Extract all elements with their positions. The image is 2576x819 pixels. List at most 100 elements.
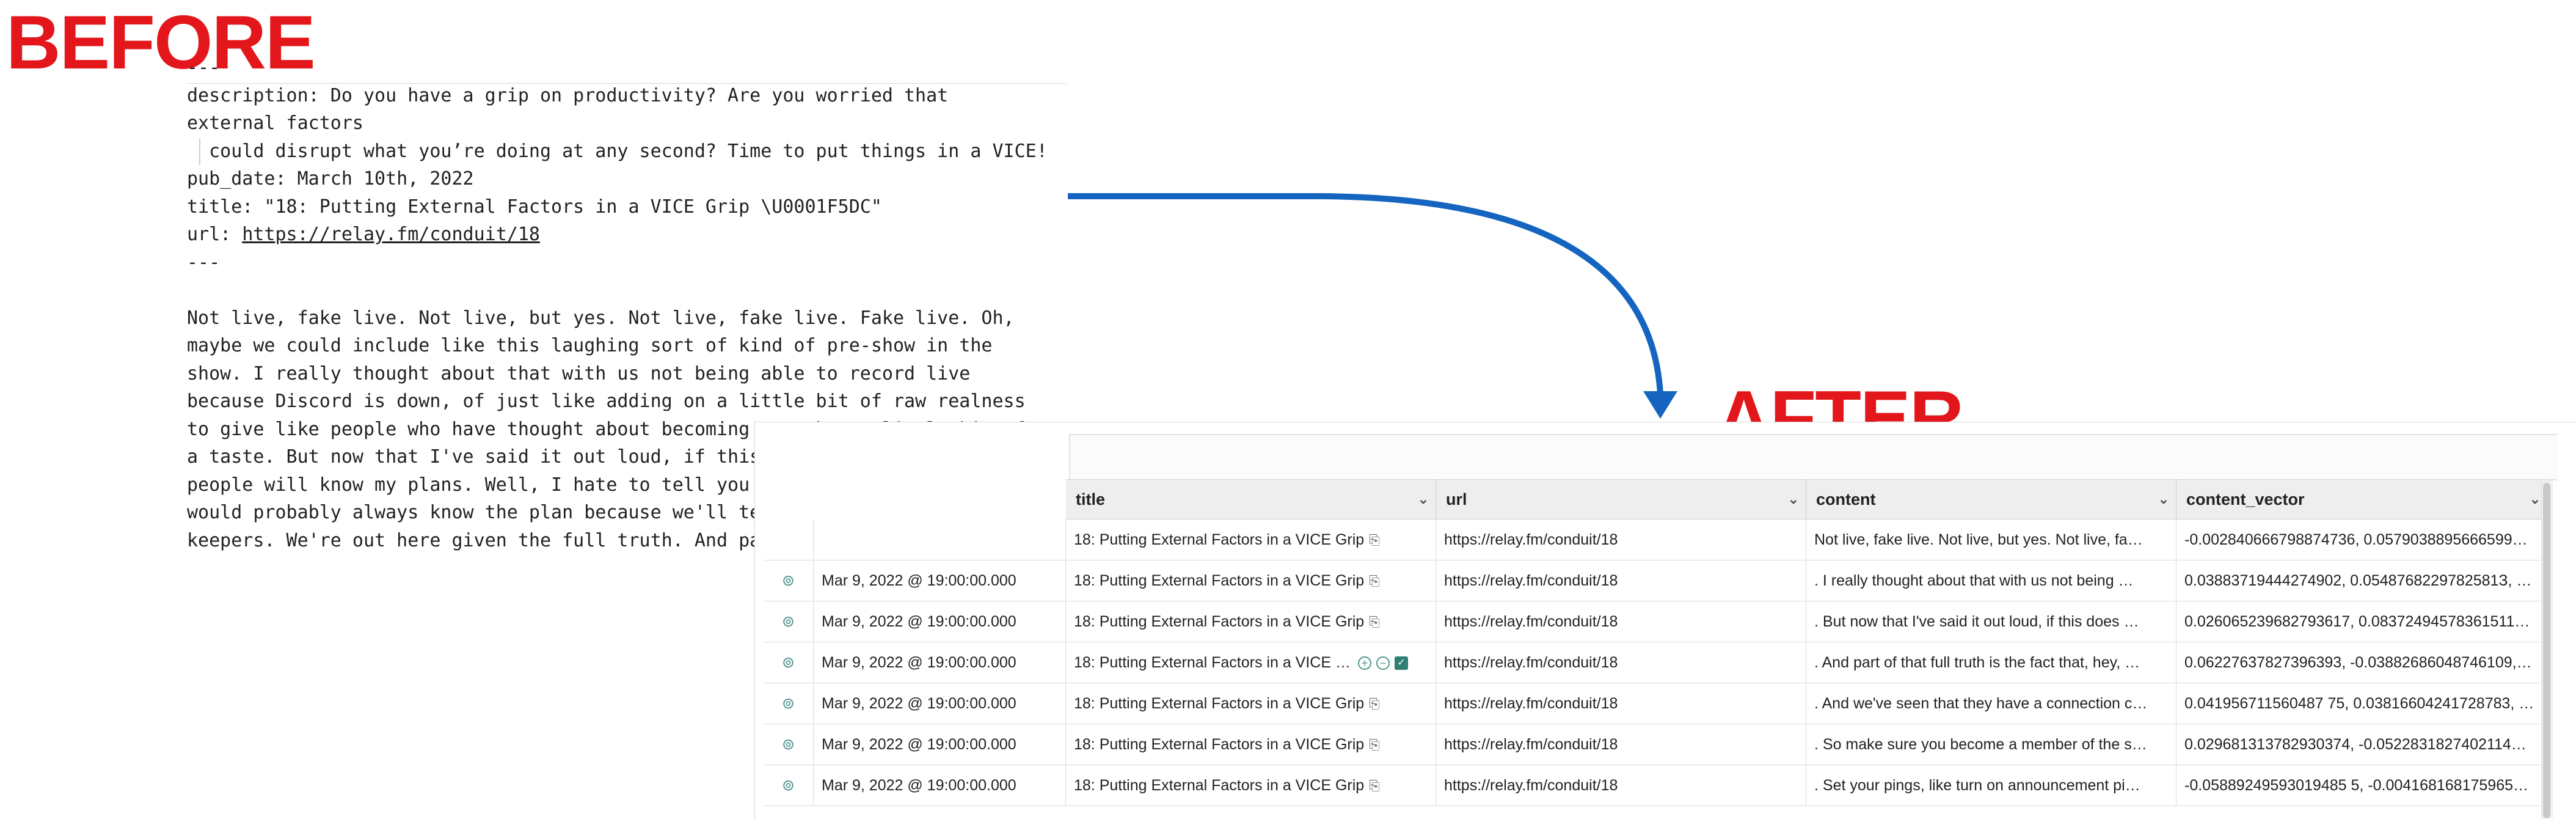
inspect-icon[interactable]: ⊚ — [764, 642, 814, 683]
document-line: external factors — [187, 112, 363, 134]
inspect-icon[interactable]: ⊚ — [764, 560, 814, 601]
cell-url: https://relay.fm/conduit/18 — [1436, 683, 1806, 724]
cell-text: 18: Putting External Factors in a VICE G… — [1074, 531, 1365, 548]
cell-content: Not live, fake live. Not live, but yes. … — [1806, 520, 2176, 560]
column-header-url[interactable]: url ⌄ — [1436, 479, 1806, 520]
document-line: description: Do you have a grip on produ… — [187, 84, 949, 106]
cell-url: https://relay.fm/conduit/18 — [1436, 601, 1806, 642]
cell-text: . So make sure you become a member of th… — [1814, 736, 2147, 753]
cell-text: https://relay.fm/conduit/18 — [1444, 531, 1618, 548]
document-line: show. I really thought about that with u… — [187, 362, 971, 384]
column-header-content[interactable]: content ⌄ — [1806, 479, 2176, 520]
document-line: --- — [187, 251, 221, 273]
cell-text: Mar 9, 2022 @ 19:00:00.000 — [822, 572, 1016, 589]
cell-content-vector: 0.041956711560487 75, 0.0381660424172878… — [2176, 683, 2547, 724]
copy-icon[interactable]: ⎘ — [1369, 778, 1380, 793]
cell-text: . And part of that full truth is the fac… — [1814, 654, 2140, 671]
document-line: because Discord is down, of just like ad… — [187, 391, 1026, 412]
copy-icon[interactable]: ⎘ — [1369, 532, 1380, 548]
cell-text: https://relay.fm/conduit/18 — [1444, 613, 1618, 630]
column-header-content-vector[interactable]: content_vector ⌄ — [2176, 479, 2547, 520]
copy-icon[interactable]: ⎘ — [1369, 614, 1380, 630]
table-toolbar — [1069, 434, 2558, 480]
table-row[interactable]: ⊚ Mar 9, 2022 @ 19:00:00.000 18: Putting E… — [764, 560, 2547, 601]
cell-content: . But now that I've said it out loud, if… — [1806, 601, 2176, 642]
copy-icon[interactable]: ⎘ — [1369, 696, 1380, 711]
column-header-label: content_vector — [2186, 490, 2305, 509]
table-row[interactable]: ⊚ Mar 9, 2022 @ 19:00:00.000 18: Putting E… — [764, 642, 2547, 683]
column-header-label: content — [1816, 490, 1876, 509]
cell-content: . So make sure you become a member of th… — [1806, 724, 2176, 765]
cell-date: Mar 9, 2022 @ 19:00:00.000 — [814, 683, 1066, 724]
cell-url: https://relay.fm/conduit/18 — [1436, 765, 1806, 806]
table-row[interactable]: ⊚ Mar 9, 2022 @ 19:00:00.000 18: Putting E… — [764, 765, 2547, 806]
indent-guide — [199, 138, 200, 165]
cell-url: https://relay.fm/conduit/18 — [1436, 642, 1806, 683]
chevron-down-icon[interactable]: ⌄ — [1411, 491, 1436, 507]
url-link[interactable]: https://relay.fm/conduit/18 — [242, 224, 540, 245]
chevron-down-icon[interactable]: ⌄ — [1781, 491, 1806, 507]
table-row[interactable]: ⊚ Mar 9, 2022 @ 19:00:00.000 18: Putting E… — [764, 601, 2547, 642]
cell-text: -0.05889249593019485 5, -0.0041681681759… — [2184, 777, 2529, 794]
cell-content: . Set your pings, like turn on announcem… — [1806, 765, 2176, 806]
chevron-down-icon[interactable]: ⌄ — [2151, 491, 2176, 507]
cell-content-vector: 0.03883719444274902, 0.0548768229782581З… — [2176, 560, 2547, 601]
inspect-icon[interactable]: ⊚ — [764, 601, 814, 642]
cell-text: 18: Putting External Factors in a VICE G… — [1074, 736, 1365, 753]
cell-text: 0.026065239682793617, 0.0837249457836151… — [2184, 613, 2530, 630]
cell-text: . Set your pings, like turn on announcem… — [1814, 777, 2140, 794]
cell-text: 18: Putting External Factors in a VICE … — [1074, 654, 1351, 671]
cell-date — [814, 520, 1066, 560]
inspect-icon[interactable]: ⊚ — [764, 765, 814, 806]
inspect-icon[interactable]: ⊚ — [764, 724, 814, 765]
cell-text: . And we've seen that they have a connec… — [1814, 695, 2148, 712]
cell-text: 0.06227637827396393, -0.0388268604874610… — [2184, 654, 2532, 671]
document-line: maybe we could include like this laughin… — [187, 335, 993, 356]
cell-text: Mar 9, 2022 @ 19:00:00.000 — [822, 613, 1016, 630]
document-line: could disrupt what you’re doing at any s… — [187, 140, 1048, 162]
cell-date: Mar 9, 2022 @ 19:00:00.000 — [814, 601, 1066, 642]
table-row[interactable]: 18: Putting External Factors in a VICE G… — [764, 520, 2547, 560]
copy-icon[interactable]: ⎘ — [1369, 737, 1380, 752]
copy-icon[interactable]: ⎘ — [1369, 573, 1380, 589]
inspect-icon[interactable]: ⊚ — [764, 683, 814, 724]
document-line: pub_date: March 10th, 2022 — [187, 168, 474, 189]
scrollbar-thumb[interactable] — [2543, 483, 2550, 818]
arrow-head — [1643, 391, 1677, 419]
inspect-icon[interactable] — [764, 520, 814, 560]
document-line: url: https://relay.fm/conduit/18 — [187, 224, 540, 245]
cell-title: 18: Putting External Factors in a VICE G… — [1066, 520, 1436, 560]
cell-text: 18: Putting External Factors in a VICE G… — [1074, 613, 1365, 630]
cell-content: . And part of that full truth is the fac… — [1806, 642, 2176, 683]
cell-date: Mar 9, 2022 @ 19:00:00.000 — [814, 560, 1066, 601]
cell-text: 18: Putting External Factors in a VICE G… — [1074, 572, 1365, 589]
document-line: title: "18: Putting External Factors in … — [187, 196, 882, 218]
column-header-label: title — [1076, 490, 1106, 509]
cell-content-vector: 0.029681313782930374, -0.052283182740211… — [2176, 724, 2547, 765]
cell-text: 18: Putting External Factors in a VICE G… — [1074, 777, 1365, 794]
cell-text: https://relay.fm/conduit/18 — [1444, 777, 1618, 794]
cell-text: https://relay.fm/conduit/18 — [1444, 572, 1618, 589]
cell-title: 18: Putting External Factors in a VICE G… — [1066, 560, 1436, 601]
cell-text: https://relay.fm/conduit/18 — [1444, 736, 1618, 753]
column-header-title[interactable]: title ⌄ — [1066, 479, 1436, 520]
document-line: --- — [187, 57, 221, 78]
filter-out-icon[interactable]: − — [1376, 656, 1390, 670]
cell-title: 18: Putting External Factors in a VICE G… — [1066, 724, 1436, 765]
table-row[interactable]: ⊚ Mar 9, 2022 @ 19:00:00.000 18: Putting E… — [764, 724, 2547, 765]
cell-title: 18: Putting External Factors in a VICE G… — [1066, 683, 1436, 724]
cell-url: https://relay.fm/conduit/18 — [1436, 520, 1806, 560]
cell-actions: + − ✓ — [1357, 656, 1408, 670]
cell-text: 0.041956711560487 75, 0.0381660424172878… — [2184, 695, 2534, 712]
expand-check-icon[interactable]: ✓ — [1394, 656, 1408, 670]
cell-text: Mar 9, 2022 @ 19:00:00.000 — [822, 777, 1016, 794]
cell-date: Mar 9, 2022 @ 19:00:00.000 — [814, 765, 1066, 806]
cell-content: . And we've seen that they have a connec… — [1806, 683, 2176, 724]
cell-text: . But now that I've said it out loud, if… — [1814, 613, 2139, 630]
table-row[interactable]: ⊚ Mar 9, 2022 @ 19:00:00.000 18: Putting E… — [764, 683, 2547, 724]
cell-date: Mar 9, 2022 @ 19:00:00.000 — [814, 724, 1066, 765]
cell-url: https://relay.fm/conduit/18 — [1436, 560, 1806, 601]
filter-in-icon[interactable]: + — [1357, 656, 1371, 670]
cell-text: -0.002840666798874736, 0.057903889566659… — [2184, 531, 2528, 548]
